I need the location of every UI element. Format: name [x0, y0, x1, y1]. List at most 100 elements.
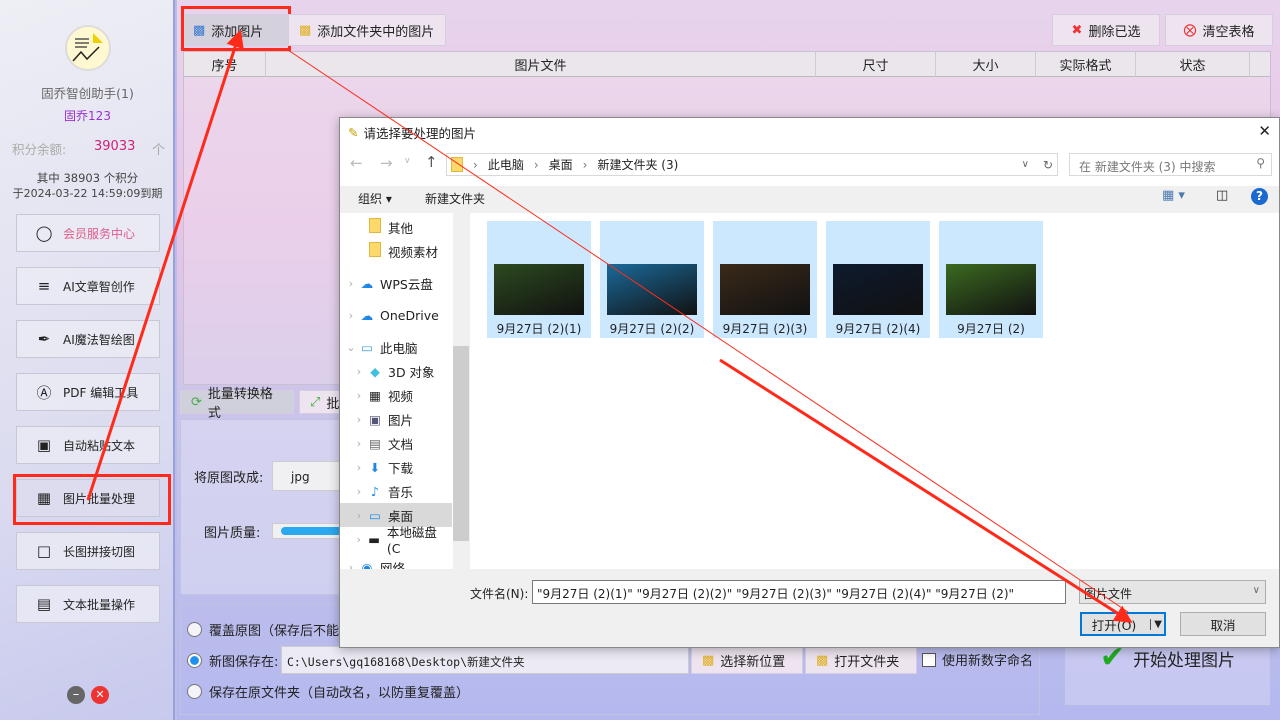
help-icon[interactable]: ?: [1251, 188, 1268, 205]
nav-item[interactable]: › ▣ 图片: [340, 407, 452, 431]
nav-item[interactable]: › ▤ 文档: [340, 431, 452, 455]
sidebar-item-text-batch[interactable]: ▤ 文本批量操作: [16, 585, 160, 623]
nav-item[interactable]: › ◉ 网络: [340, 555, 452, 570]
search-input[interactable]: 在 新建文件夹 (3) 中搜索 ⚲: [1069, 153, 1272, 176]
overwrite-radio[interactable]: 覆盖原图（保存后不能恢: [187, 620, 352, 639]
preview-pane-icon[interactable]: ◫: [1216, 188, 1228, 203]
user-icon: ◯: [35, 224, 53, 242]
member-center-button[interactable]: ◯ 会员服务中心: [16, 214, 160, 252]
choose-location-button[interactable]: ▩ 选择新位置: [691, 646, 803, 674]
nav-item[interactable]: 其他: [340, 215, 452, 239]
up-icon[interactable]: ↑: [425, 153, 438, 171]
nav-item[interactable]: 视频素材: [340, 239, 452, 263]
column-header[interactable]: 序号: [184, 52, 266, 77]
cloud-icon: ☁: [360, 307, 374, 323]
chevron-down-icon[interactable]: ∨: [1022, 159, 1029, 170]
file-list: 9月27日 (2)(1) 9月27日 (2)(2) 9月27日 (2)(3) 9月27…: [470, 213, 1279, 569]
keep-folder-radio[interactable]: 保存在原文件夹（自动改名，以防重复覆盖）: [187, 682, 469, 701]
chevron-right-icon[interactable]: ›: [344, 561, 358, 570]
document-icon: ▤: [369, 435, 381, 451]
convert-label: 将原图改成:: [194, 471, 264, 486]
disk-icon: ▬: [368, 531, 381, 547]
add-folder-button[interactable]: ▩ 添加文件夹中的图片: [288, 14, 446, 46]
dialog-title: 请选择要处理的图片: [363, 125, 476, 141]
new-save-radio[interactable]: 新图保存在:: [187, 651, 278, 670]
tab-batch-convert[interactable]: ⟳ 批量转换格式: [180, 387, 294, 421]
compress-icon: ⤢: [310, 394, 321, 410]
chevron-right-icon[interactable]: ›: [352, 365, 366, 378]
file-item[interactable]: 9月27日 (2)(3): [713, 221, 817, 338]
points-value: 39033: [94, 139, 136, 154]
breadcrumb-item[interactable]: 新建文件夹 (3): [597, 156, 678, 173]
image-thumbnail: [946, 264, 1036, 315]
highlight-box: [13, 474, 171, 525]
column-header[interactable]: 状态: [1136, 52, 1250, 77]
chevron-right-icon[interactable]: ›: [352, 509, 366, 522]
nav-item[interactable]: › ▬ 本地磁盘 (C: [340, 525, 452, 556]
chevron-right-icon[interactable]: ›: [352, 533, 366, 546]
folder-icon: [366, 242, 384, 260]
close-icon[interactable]: ✕: [1258, 122, 1271, 140]
sidebar-item-pdf[interactable]: Ⓐ PDF 编辑工具: [16, 373, 160, 411]
file-item[interactable]: 9月27日 (2)(4): [826, 221, 930, 338]
column-header[interactable]: 大小: [936, 52, 1036, 77]
nav-item[interactable]: › ▦ 视频: [340, 383, 452, 407]
video-icon: ▦: [369, 387, 381, 403]
dropdown-arrow-icon[interactable]: ▼: [1150, 618, 1162, 630]
view-icon[interactable]: ▦ ▾: [1162, 188, 1185, 203]
new-folder-button[interactable]: 新建文件夹: [425, 190, 485, 207]
close-icon[interactable]: ✕: [91, 686, 109, 704]
column-header[interactable]: 图片文件: [266, 52, 816, 77]
points-detail: 其中 38903 个积分: [36, 171, 139, 185]
column-header[interactable]: 实际格式: [1036, 52, 1136, 77]
refresh-icon[interactable]: ↻: [1043, 158, 1053, 172]
filetype-select[interactable]: 图片文件 ∨: [1079, 580, 1266, 604]
chevron-right-icon[interactable]: ›: [352, 389, 366, 402]
chevron-right-icon[interactable]: ›: [352, 437, 366, 450]
breadcrumb-item[interactable]: 桌面: [549, 156, 573, 173]
clear-icon: ⨂: [1183, 22, 1197, 38]
navigation-pane: 其他 视频素材 › ☁ WPS云盘 › ☁ OneDrive ⌄ ▭ 此电脑 › ◆ 3D 对象 › ▦ 视频 ›…: [340, 213, 469, 569]
save-path-input[interactable]: C:\Users\gq168168\Desktop\新建文件夹: [281, 646, 689, 674]
file-item[interactable]: 9月27日 (2): [939, 221, 1043, 338]
nav-item[interactable]: ⌄ ▭ 此电脑: [340, 335, 452, 359]
minimize-icon[interactable]: –: [67, 686, 85, 704]
file-item[interactable]: 9月27日 (2)(1): [487, 221, 591, 338]
nav-item[interactable]: › ☁ OneDrive: [340, 303, 452, 327]
chevron-right-icon[interactable]: ›: [352, 413, 366, 426]
cancel-button[interactable]: 取消: [1180, 612, 1266, 636]
scrollbar[interactable]: [453, 213, 469, 569]
organize-menu[interactable]: 组织 ▾: [358, 190, 392, 207]
highlight-box: [181, 6, 291, 51]
sidebar-item-long-image[interactable]: □ 长图拼接切图: [16, 532, 160, 570]
file-open-dialog: ✎ 请选择要处理的图片 ✕ ← → ∨ ↑ › 此电脑 › 桌面 › 新建文件夹 (3)…: [339, 117, 1280, 648]
clear-table-button[interactable]: ⨂ 清空表格: [1165, 14, 1273, 46]
open-folder-button[interactable]: ▩ 打开文件夹: [805, 646, 917, 674]
chevron-down-icon[interactable]: ⌄: [344, 341, 358, 354]
breadcrumb-item[interactable]: 此电脑: [488, 156, 524, 173]
filename-input[interactable]: "9月27日 (2)(1)" "9月27日 (2)(2)" "9月27日 (2)…: [532, 580, 1066, 604]
sidebar-item-paste[interactable]: ▣ 自动粘贴文本: [16, 426, 160, 464]
picture-icon: ▣: [369, 411, 381, 427]
file-item[interactable]: 9月27日 (2)(2): [600, 221, 704, 338]
chevron-right-icon[interactable]: ›: [352, 485, 366, 498]
chevron-right-icon[interactable]: ›: [344, 309, 358, 322]
column-header[interactable]: 尺寸: [816, 52, 936, 77]
nav-item[interactable]: › ☁ WPS云盘: [340, 271, 452, 295]
delete-selected-button[interactable]: ✖ 删除已选: [1052, 14, 1160, 46]
cloud-icon: ☁: [360, 275, 374, 291]
nav-item[interactable]: › ⬇ 下载: [340, 455, 452, 479]
sidebar-item-ai-article[interactable]: ≡ AI文章智创作: [16, 267, 160, 305]
chevron-right-icon[interactable]: ›: [344, 277, 358, 290]
sidebar-item-ai-draw[interactable]: ✒ AI魔法智绘图: [16, 320, 160, 358]
folder-icon: [451, 157, 463, 172]
address-bar[interactable]: › 此电脑 › 桌面 › 新建文件夹 (3) ∨ ↻: [446, 153, 1058, 176]
numeric-name-checkbox[interactable]: 使用新数字命名: [922, 650, 1033, 669]
open-button[interactable]: 打开(O) ▼: [1080, 612, 1166, 636]
chevron-right-icon[interactable]: ›: [352, 461, 366, 474]
forward-icon[interactable]: →: [380, 154, 393, 172]
nav-item[interactable]: › ◆ 3D 对象: [340, 359, 452, 383]
nav-item[interactable]: › ♪ 音乐: [340, 479, 452, 503]
back-icon[interactable]: ←: [350, 154, 363, 172]
recent-icon[interactable]: ∨: [404, 156, 411, 166]
